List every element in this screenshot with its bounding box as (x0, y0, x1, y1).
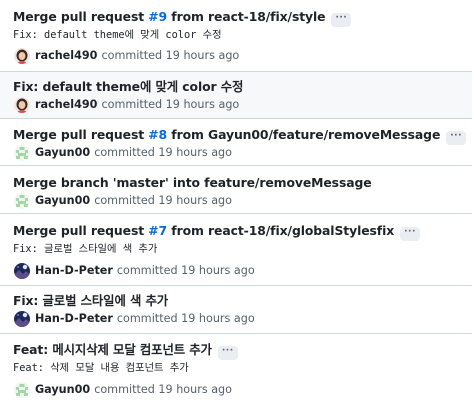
commit-title[interactable]: Fix: 글로벌 스타일에 색 추가 (13, 293, 168, 309)
commit-meta: Han-D-Peter committed 19 hours ago (14, 311, 255, 327)
author-link[interactable]: Han-D-Peter (35, 311, 113, 327)
commit-time: committed 19 hours ago (116, 312, 255, 325)
commit-time: committed 19 hours ago (101, 49, 240, 62)
commit-title-text[interactable]: Merge pull request (13, 9, 148, 24)
commit-meta: rachel490 committed 19 hours ago (14, 97, 239, 113)
commit-time: committed 19 hours ago (94, 146, 233, 159)
commit-row: Merge branch 'master' into feature/remov… (0, 166, 472, 214)
commit-title[interactable]: Merge pull request #7 from react-18/fix/… (13, 223, 420, 241)
author-link[interactable]: Gayun00 (35, 145, 90, 161)
commit-row: Merge pull request #7 from react-18/fix/… (0, 214, 472, 286)
identicon-avatar-icon[interactable] (14, 193, 30, 209)
night-sky-avatar-icon[interactable] (14, 311, 30, 327)
night-sky-avatar-icon[interactable] (14, 263, 30, 279)
commit-time: committed 19 hours ago (94, 194, 233, 207)
author-link[interactable]: rachel490 (35, 97, 97, 113)
identicon-avatar-icon[interactable] (14, 382, 30, 398)
commit-title[interactable]: Fix: default theme에 맞게 color 수정 (13, 79, 243, 95)
commit-meta: Gayun00 committed 19 hours ago (14, 382, 232, 398)
commit-list: Merge pull request #9 from react-18/fix/… (0, 0, 474, 402)
commit-title[interactable]: Feat: 메시지삭제 모달 컴포넌트 추가 ··· (13, 342, 238, 360)
commit-meta: rachel490 committed 19 hours ago (14, 48, 239, 64)
commit-meta: Gayun00 committed 19 hours ago (14, 193, 232, 209)
author-link[interactable]: rachel490 (35, 48, 97, 64)
commit-row: Merge pull request #8 from Gayun00/featu… (0, 119, 472, 166)
identicon-avatar-icon[interactable] (14, 145, 30, 161)
commit-title-text[interactable]: Merge pull request (13, 127, 148, 142)
commit-title-text[interactable]: from react-18/fix/globalStylesfix (167, 223, 394, 238)
pull-request-link[interactable]: #7 (148, 223, 167, 238)
commit-time: committed 19 hours ago (116, 264, 255, 277)
commit-meta: Han-D-Peter committed 19 hours ago (14, 263, 255, 279)
pull-request-link[interactable]: #8 (148, 127, 167, 142)
commit-row: Merge pull request #9 from react-18/fix/… (0, 0, 472, 72)
expand-description-button[interactable]: ··· (331, 13, 352, 27)
commit-time: committed 19 hours ago (94, 383, 233, 396)
author-link[interactable]: Gayun00 (35, 382, 90, 398)
commit-description: Fix: 글로벌 스타일에 색 추가 (13, 243, 158, 255)
commit-row: Fix: 글로벌 스타일에 색 추가 Han-D-Peter committed… (0, 286, 472, 334)
commit-title[interactable]: Merge pull request #8 from Gayun00/featu… (13, 127, 467, 145)
commit-description: Fix: default theme에 맞게 color 수정 (13, 29, 222, 41)
commit-title[interactable]: Merge pull request #9 from react-18/fix/… (13, 9, 352, 27)
commit-time: committed 19 hours ago (101, 98, 240, 111)
commit-meta: Gayun00 committed 19 hours ago (14, 145, 232, 161)
expand-description-button[interactable]: ··· (446, 131, 467, 145)
commit-title-text[interactable]: Feat: 메시지삭제 모달 컴포넌트 추가 (13, 342, 212, 357)
person-avatar-icon[interactable] (14, 48, 30, 64)
commit-title-text[interactable]: Merge pull request (13, 223, 148, 238)
pull-request-link[interactable]: #9 (148, 9, 167, 24)
author-link[interactable]: Gayun00 (35, 193, 90, 209)
author-link[interactable]: Han-D-Peter (35, 263, 113, 279)
commit-description: Feat: 삭제 모달 내용 컴포넌트 추가 (13, 362, 189, 374)
commit-title-text[interactable]: from react-18/fix/style (167, 9, 325, 24)
commit-row: Feat: 메시지삭제 모달 컴포넌트 추가 ··· Feat: 삭제 모달 내용… (0, 334, 472, 402)
expand-description-button[interactable]: ··· (217, 346, 238, 360)
commit-row: Fix: default theme에 맞게 color 수정 rachel49… (0, 72, 472, 119)
commit-title-text[interactable]: from Gayun00/feature/removeMessage (167, 127, 440, 142)
person-avatar-icon[interactable] (14, 97, 30, 113)
expand-description-button[interactable]: ··· (400, 227, 420, 241)
commit-title[interactable]: Merge branch 'master' into feature/remov… (13, 175, 372, 191)
